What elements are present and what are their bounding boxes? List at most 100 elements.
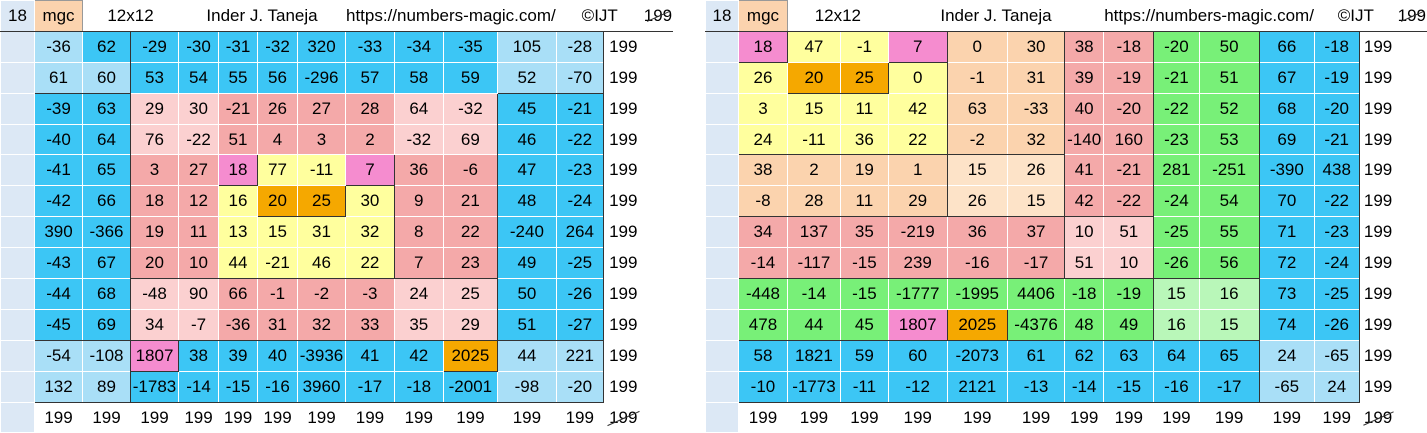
magic-square-left: 18 mgc 12x12 Inder J. Taneja https://numbers… [0,0,700,433]
grid-cell: -20 [1314,93,1360,125]
column-sum: 199 [947,401,1008,433]
grid-cell: 132 [34,371,83,403]
row-sum: 199 [1358,309,1398,341]
grid-cell: 58 [738,339,788,372]
grid-cell: 59 [840,339,889,372]
grid-cell: -2001 [443,371,498,403]
table-row: -54 -108 1807 38 39 40 -3936 41 42 2025 44 221 199 [0,339,673,372]
grid-cell: 33 [345,309,395,341]
column-sums-row: 199 199 199 199 199 199 199 199 199 199 199 199 199 [0,401,673,433]
table-row: -10 -1773 -11 -12 2121 -13 -14 -15 -16 -17 -65 24 19… [705,371,1427,403]
grid-cell: -36 [34,30,83,63]
column-sum: 199 [345,401,395,433]
grid-cell: 42 [888,93,948,125]
grid-cell: -32 [257,30,298,63]
grid-cell: 72 [1258,247,1315,279]
grid-cell: 15 [787,93,841,125]
column-sum: 199 [394,401,444,433]
grid-cell: 69 [443,124,499,155]
grid-cell: 320 [297,30,346,63]
author-label: Inder J. Taneja [178,0,346,32]
grid-cell: 24 [1258,340,1315,372]
grid-cell: 55 [1199,216,1260,248]
grid-cell: 42 [1064,185,1104,218]
column-sums-row: 199 199 199 199 199 199 199 199 199 199 199 199 199 [705,401,1427,433]
grid-cell: 51 [1064,247,1104,280]
grid-cell: -1 [840,30,889,63]
diagonal-sum: 199 [1358,401,1398,433]
column-sum: 199 [1064,401,1104,433]
grid-cell: 16 [1153,309,1200,341]
grid-cell: -16 [257,371,298,403]
grid-cell: 41 [345,340,395,372]
grid-cell: 47 [787,30,841,63]
grid-cell: 60 [82,62,131,94]
grid-cell: 15 [1007,185,1066,218]
grid-cell: 25 [840,61,889,94]
grid-cell: -14 [178,371,219,403]
row-gutter [705,247,739,279]
grid-cell: 3 [738,93,788,125]
row-sum: 199 [1358,371,1398,403]
grid-cell: -44 [34,278,83,310]
grid-cell: 47 [497,154,557,186]
order-label: 18 [705,0,739,32]
grid-cell: 67 [82,247,131,279]
grid-cell: 478 [738,309,788,341]
column-sum: 199 [1199,401,1260,433]
grid-cell: 66 [1258,30,1315,63]
row-gutter [0,185,35,217]
grid-cell: 38 [738,154,788,186]
grid-cell: 63 [946,93,1008,125]
column-sum: 199 [738,401,788,433]
grid-cell: 32 [297,309,346,341]
size-label: 12x12 [82,0,179,32]
grid-cell: 62 [1064,339,1104,372]
grid-cell: -41 [34,154,83,186]
grid-cell: 16 [1199,278,1260,310]
column-sum: 199 [34,401,83,433]
grid-cell: -32 [394,124,444,155]
table-row: 61 60 53 54 55 56 -296 57 58 59 52 -70 199 [0,62,673,94]
row-gutter [705,93,739,125]
grid-cell: -21 [257,247,298,280]
table-row: 132 89 -1783 -14 -15 -16 3960 -17 -18 -2001 -98 -20… [0,371,673,403]
row-sum: 199 [602,309,644,341]
grid-cell: -14 [787,278,841,310]
size-label: 12x12 [787,0,889,32]
grid-cell: 26 [738,62,788,94]
grid-cell: 55 [218,62,258,94]
grid-cell: 1 [888,154,948,186]
grid-cell: 45 [497,92,557,125]
grid-cell: -1 [257,278,298,310]
column-sum: 199 [1103,401,1154,433]
grid-cell: 38 [178,340,219,372]
column-sum: 199 [840,401,889,433]
grid-cell: -140 [1064,124,1104,155]
grid-cell: -18 [1314,30,1360,63]
grid-cell: -36 [218,309,258,341]
grid-cell: -10 [738,371,788,403]
grid-cell: 7 [394,247,444,280]
grid-cell: -8 [738,185,788,218]
column-sum: 199 [297,401,346,433]
grid-cell: -21 [218,92,258,125]
grid-cell: -7 [178,309,219,341]
grid-cell: 52 [1199,93,1260,125]
grid-cell: 10 [178,247,219,280]
grid-cell: 74 [1258,309,1315,341]
column-sum: 199 [257,401,298,433]
grid-cell: -65 [1258,371,1315,403]
table-row: 478 44 45 1807 2025 -4376 48 49 16 15 74 -26 199 [705,308,1427,341]
grid-cell: 53 [1199,124,1260,155]
row-gutter [705,216,739,248]
grid-left: 18 mgc 12x12 Inder J. Taneja https://numbers… [0,0,673,433]
grid-cell: -16 [1153,371,1200,403]
grid-cell: 68 [1258,93,1315,125]
grid-cell: 18 [738,30,788,63]
grid-cell: 76 [130,124,179,155]
grid-cell: 19 [840,154,889,186]
grid-cell: 36 [947,216,1008,248]
grid-cell: -19 [1103,278,1155,310]
grid-cell: 69 [82,309,131,341]
